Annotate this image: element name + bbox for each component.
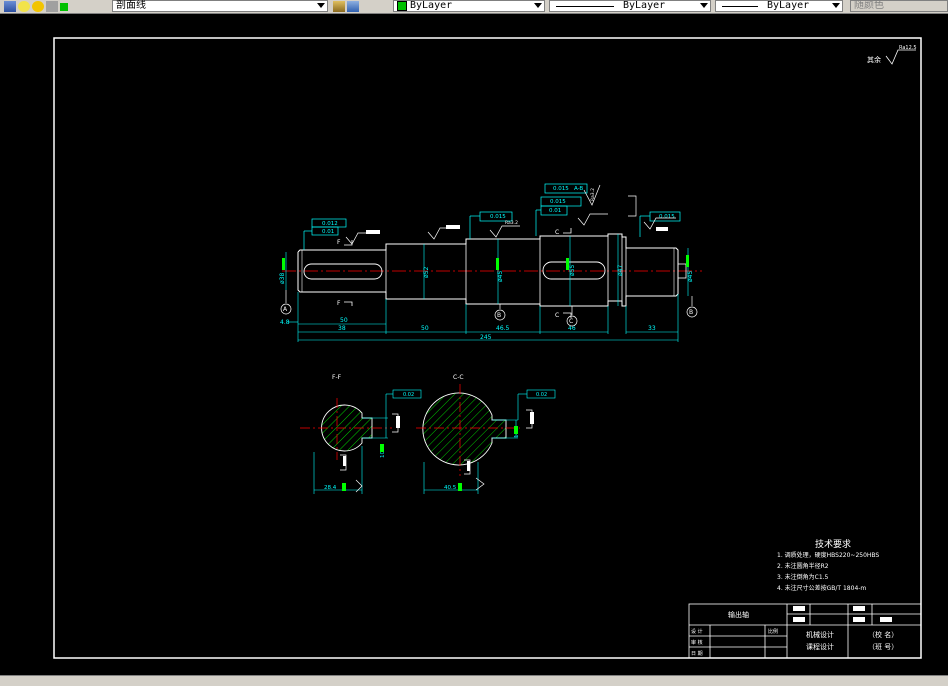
section-title-c: C-C [453,374,464,381]
section-title-f: F-F [332,374,342,381]
datum-b-right: B [689,309,693,316]
color-swatch-icon [397,1,407,11]
section-label-c-top: C [555,229,559,236]
tech-line-1: 1. 调质处理，硬度HBS220~250HBS [777,551,879,559]
sun-icon[interactable] [32,1,44,12]
tech-line-2: 2. 未注圆角半径R2 [777,562,829,570]
layer-dropdown[interactable]: 剖面线 [112,0,328,12]
part-name: 输出轴 [728,610,749,619]
shaft-dimension-texts: 50 38 50 46.5 46 33 245 4.8 ø38 ø52 ø45 … [279,265,694,341]
section-f-tol: 0.02 [403,392,414,398]
datum-ab: A-B [574,186,583,192]
status-strip [0,675,948,686]
linetype-sample [556,5,614,7]
roughness-value: Ra12.5 [899,45,917,51]
shaft-main-view: F F C C [282,228,702,319]
tol-1a: 0.012 [322,221,338,227]
school-name: （校 名） [868,630,898,639]
linetype-value: ByLayer [623,0,666,11]
lineweight-value: ByLayer [767,0,810,11]
dim-46-5: 46.5 [496,325,510,332]
lightbulb-icon[interactable] [18,1,30,12]
datum-a: A [283,306,288,313]
dim-50a: 50 [340,317,348,324]
roughness-note-label: 其余 [867,55,881,64]
dim-50b: 50 [421,325,429,332]
roughness-small-2: Ra3.2 [590,188,596,201]
chevron-down-icon[interactable] [534,3,542,8]
section-c-tol: 0.02 [536,392,547,398]
chevron-down-icon[interactable] [832,3,840,8]
dim-33: 33 [648,325,656,332]
title-row-2: 审 核 [691,639,703,646]
tech-line-4: 4. 未注尺寸公差按GB/T 1804-m [777,584,866,592]
lineweight-sample [722,5,758,7]
roughness-symbols [345,184,676,245]
dim-4-8: 4.8 [280,319,290,326]
technical-requirements: 技术要求 1. 调质处理，硬度HBS220~250HBS 2. 未注圆角半径R2… [777,538,879,592]
datum-b: B [497,312,501,319]
dim-38: 38 [338,325,346,332]
class-number: （班 号） [868,642,898,651]
tech-line-3: 3. 未注倒角为C1.5 [777,573,829,581]
tol-3b: 0.015 [550,199,566,205]
dim-dia-55: ø55 [569,265,576,276]
layer-extra-tools [333,0,361,13]
title-row-1: 设 计 [691,628,703,635]
lock-icon[interactable] [46,1,58,12]
course-name-1: 机械设计 [806,630,834,639]
make-current-icon[interactable] [333,1,345,12]
section-f-width: 28.4 [324,485,337,491]
dim-dia-38: ø38 [279,273,286,284]
color-square-icon[interactable] [60,2,68,11]
layers-icon[interactable] [4,1,16,12]
drawing-canvas[interactable]: 其余 Ra12.5 F F C C 50 38 50 46.5 46 33 24… [0,13,948,685]
layer-previous-icon[interactable] [347,1,359,12]
chevron-down-icon[interactable] [700,3,708,8]
title-row-3: 日 期 [691,651,703,657]
roughness-note: 其余 Ra12.5 [867,45,917,65]
layer-tools [4,0,70,13]
section-label-f-bottom: F [337,300,341,307]
color-value: ByLayer [410,0,453,11]
color-dropdown[interactable]: ByLayer [393,0,545,12]
dim-dia-45: ø45 [497,271,504,282]
section-label-c-bottom: C [555,312,559,319]
dim-dia-52: ø52 [423,267,430,278]
linetype-dropdown[interactable]: ByLayer [549,0,711,12]
tol-3c: 0.01 [549,208,561,214]
tol-4: 0.015 [659,214,675,220]
section-c-width: 40.5 [444,485,457,491]
dim-245: 245 [480,334,492,341]
chevron-down-icon[interactable] [317,3,325,8]
datum-c: C [569,318,573,325]
roughness-small-1: Ra3.2 [505,220,518,226]
tol-1b: 0.01 [322,229,334,235]
dim-dia-45b: ø45 [687,271,694,282]
tech-title: 技术要求 [815,538,851,550]
plotstyle-dropdown: 随颜色 [850,0,948,12]
fit-markers [282,255,689,270]
course-name-2: 课程设计 [806,642,834,651]
lineweight-dropdown[interactable]: ByLayer [715,0,843,12]
plotstyle-value: 随颜色 [854,0,884,11]
tol-3a: 0.015 [553,186,569,192]
section-label-f-top: F [337,239,341,246]
properties-toolbar: 剖面线 ByLayer ByLayer ByLayer 随颜色 [0,0,948,14]
layer-name: 剖面线 [116,0,146,11]
dim-dia-47: ø47 [617,265,624,276]
section-c-c: C-C 40.5 14 0.02 [416,374,556,494]
section-f-f: F-F 28.4 10 0.02 [300,374,422,494]
scale-label: 比例 [768,628,778,635]
tol-2: 0.015 [490,214,506,220]
keyway-left [303,263,383,280]
